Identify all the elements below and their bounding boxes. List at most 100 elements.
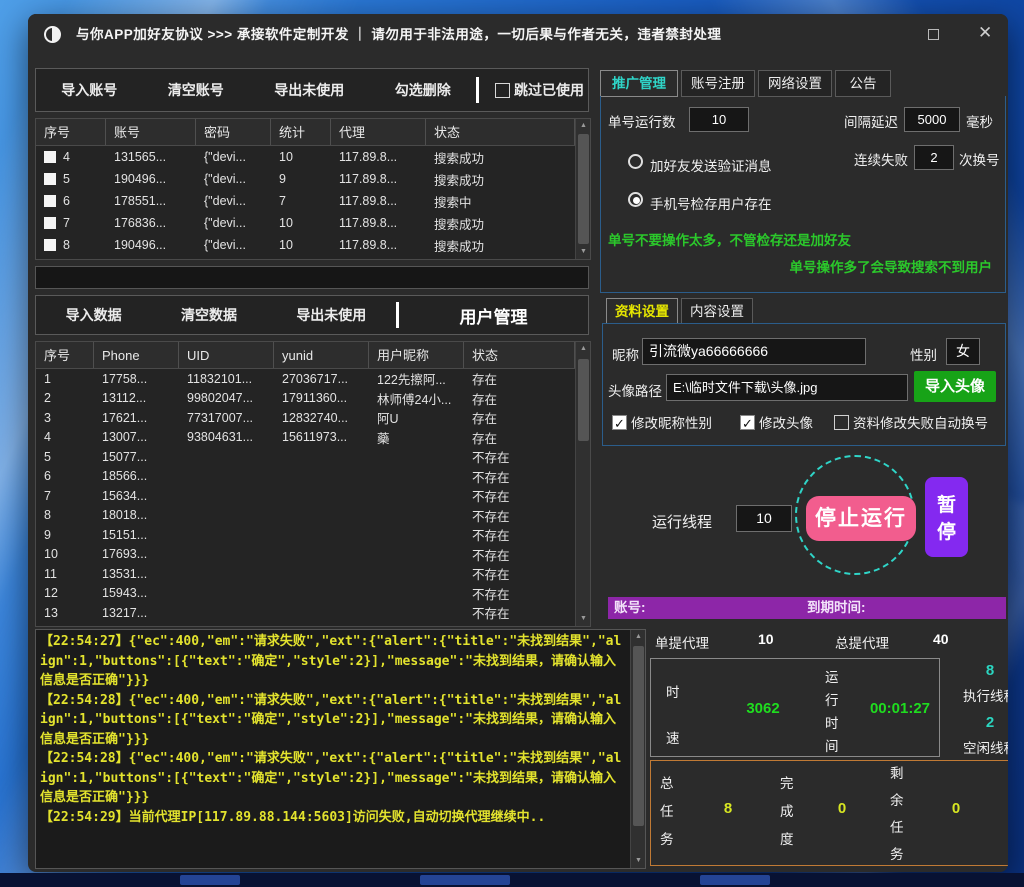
table-row[interactable]: 213112...99802047...17911360...林师傅24小...… [36,389,575,409]
user-management-button[interactable]: 用户管理 [399,303,588,328]
import-accounts-button[interactable]: 导入账号 [61,80,117,100]
checkbox-auto-switch-on-fail[interactable]: 资料修改失败自动换号 [834,412,988,432]
thread-count-input[interactable]: 10 [736,505,792,532]
row-checkbox[interactable] [44,195,56,207]
skip-used-checkbox[interactable]: 跳过已使用 [495,80,584,100]
taskbar-item[interactable] [420,875,510,885]
table-row[interactable]: 413007...93804631...15611973...藥存在 [36,428,575,448]
tab-profile-settings[interactable]: 资料设置 [606,298,678,324]
accounts-table-scrollbar[interactable]: ▲ ▼ [575,119,590,259]
nick-input[interactable]: 引流微ya66666666 [642,338,866,365]
cell-nick: 阿U [369,408,464,427]
table-row[interactable]: 1313217...不存在 [36,603,575,623]
checkbox-modify-avatar[interactable]: ✓修改头像 [740,412,813,432]
export-unused-data-button[interactable]: 导出未使用 [296,305,366,325]
table-row[interactable]: 6178551...{"devi...7117.89.8...搜索中 [36,190,575,212]
avatar-path-input[interactable]: E:\临时文件下载\头像.jpg [666,374,908,401]
taskbar-item[interactable] [180,875,240,885]
tab-network[interactable]: 网络设置 [758,70,832,97]
table-row[interactable]: 1215943...不存在 [36,584,575,604]
taskbar[interactable] [0,873,1024,887]
scrollbar-thumb[interactable] [578,134,589,244]
table-row[interactable]: 618566...不存在 [36,467,575,487]
accounts-table-header: 序号账号密码统计代理状态 [36,119,575,146]
cell-id: 4 [36,150,106,164]
cell-id: 6 [36,469,94,483]
radio-phone-check-exist[interactable] [628,192,643,207]
accounts-table[interactable]: 序号账号密码统计代理状态 4131565...{"devi...10117.89… [35,118,591,260]
checkbox-icon[interactable]: ✓ [612,415,627,430]
scrollbar-thumb[interactable] [633,646,644,826]
cell-status: 不存在 [464,506,575,525]
delay-input[interactable]: 5000 [904,107,960,132]
table-row[interactable]: 915151...不存在 [36,525,575,545]
checkbox-icon[interactable] [834,415,849,430]
cell-count: 10 [271,150,331,164]
scroll-down-icon[interactable]: ▼ [576,245,591,259]
scroll-down-icon[interactable]: ▼ [576,612,591,626]
check-delete-button[interactable]: 勾选删除 [395,80,451,100]
taskbar-item[interactable] [700,875,770,885]
fail-count-input[interactable]: 2 [914,145,954,170]
scroll-down-icon[interactable]: ▼ [631,854,646,868]
total-tasks-value: 8 [718,800,738,817]
table-row[interactable]: 5190496...{"devi...9117.89.8...搜索成功 [36,168,575,190]
gender-input[interactable]: 女 [946,338,980,365]
row-checkbox[interactable] [44,217,56,229]
users-table[interactable]: 序号PhoneUIDyunid用户昵称状态 117758...11832101.… [35,341,591,627]
app-window: 与你APP加好友协议 >>> 承接软件定制开发 ｜ 请勿用于非法用途，一切后果与… [28,14,1008,872]
cell-id: 7 [36,216,106,230]
close-icon[interactable]: ✕ [978,23,992,43]
table-row[interactable]: 4131565...{"devi...10117.89.8...搜索成功 [36,146,575,168]
tab-notice[interactable]: 公告 [835,70,891,97]
row-checkbox[interactable] [44,151,56,163]
tab-content-settings[interactable]: 内容设置 [681,298,753,324]
table-row[interactable]: 1113531...不存在 [36,564,575,584]
table-row[interactable]: 317621...77317007...12832740...阿U存在 [36,408,575,428]
clear-data-button[interactable]: 清空数据 [181,305,237,325]
log-scrollbar[interactable]: ▲ ▼ [630,630,645,868]
scrollbar-thumb[interactable] [578,359,589,441]
table-row[interactable]: 8190496...{"devi...10117.89.8...搜索成功 [36,234,575,256]
tab-promotion[interactable]: 推广管理 [600,70,678,97]
scroll-up-icon[interactable]: ▲ [576,119,591,133]
table-row[interactable]: 515077...不存在 [36,447,575,467]
radio-add-friend-verify[interactable] [628,154,643,169]
checkbox-icon[interactable] [495,83,510,98]
row-checkbox[interactable] [44,173,56,185]
run-count-input[interactable]: 10 [689,107,749,132]
table-row[interactable]: 1017693...不存在 [36,545,575,565]
log-output[interactable]: 【22:54:27】{"ec":400,"em":"请求失败","ext":{"… [35,629,646,869]
export-unused-button[interactable]: 导出未使用 [274,80,344,100]
pause-button[interactable]: 暂 停 [925,477,968,557]
search-input[interactable] [35,266,589,289]
import-data-button[interactable]: 导入数据 [66,305,122,325]
scroll-up-icon[interactable]: ▲ [631,630,646,644]
table-row[interactable]: 117758...11832101...27036717...122先擦阿...… [36,369,575,389]
scroll-up-icon[interactable]: ▲ [576,342,591,356]
table-row[interactable]: 818018...不存在 [36,506,575,526]
nick-label: 昵称 [612,344,639,364]
import-avatar-button[interactable]: 导入头像 [914,371,996,402]
total-tasks-label: 总 任 务 [660,770,674,854]
stop-run-button[interactable]: 停止运行 [806,496,916,541]
column-header: 统计 [271,119,331,145]
row-checkbox[interactable] [44,239,56,251]
maximize-icon[interactable] [928,29,939,40]
column-header: 序号 [36,342,94,368]
table-row[interactable]: 715634...不存在 [36,486,575,506]
log-line: 【22:54:29】当前代理IP[117.89.88.144:5603]访问失败… [40,808,627,828]
checkbox-modify-nick-gender[interactable]: ✓修改昵称性别 [612,412,712,432]
clear-accounts-button[interactable]: 清空账号 [168,80,224,100]
users-table-scrollbar[interactable]: ▲ ▼ [575,342,590,626]
table-row[interactable]: 1415889...不存在 [36,623,575,628]
tab-register[interactable]: 账号注册 [681,70,755,97]
title-bar[interactable]: 与你APP加好友协议 >>> 承接软件定制开发 ｜ 请勿用于非法用途，一切后果与… [28,14,1008,56]
speed-label: 时 速 [666,670,680,762]
column-header: 代理 [331,119,426,145]
table-row[interactable]: 7176836...{"devi...10117.89.8...搜索成功 [36,212,575,234]
checkbox-icon[interactable]: ✓ [740,415,755,430]
window-title: 与你APP加好友协议 >>> 承接软件定制开发 ｜ 请勿用于非法用途，一切后果与… [76,14,721,56]
log-lines: 【22:54:27】{"ec":400,"em":"请求失败","ext":{"… [40,632,627,827]
cell-phone: 13531... [94,567,179,581]
